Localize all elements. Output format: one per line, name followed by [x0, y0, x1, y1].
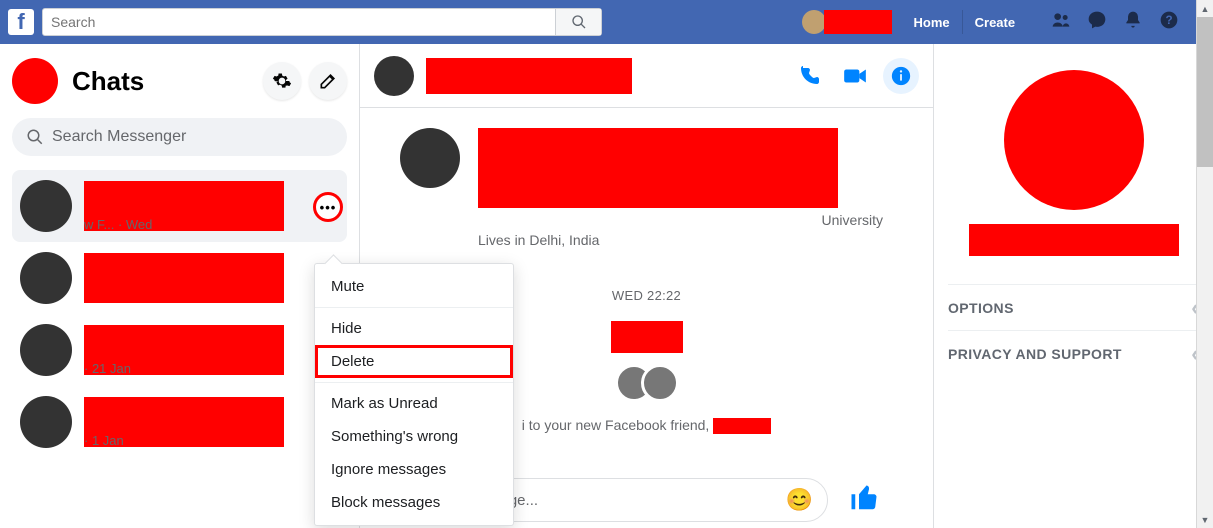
chat-name-redacted: [84, 253, 284, 303]
options-section[interactable]: OPTIONS ‹: [948, 284, 1199, 330]
phone-icon: [797, 64, 821, 88]
message-composer[interactable]: sage... 😊: [478, 478, 828, 522]
friend-name-inline-redacted: [713, 418, 771, 434]
chat-meta: · 1 Jan: [84, 433, 124, 448]
gear-icon: [272, 71, 292, 91]
info-icon: [890, 65, 912, 87]
search-messenger-placeholder: Search Messenger: [52, 128, 186, 146]
info-name-redacted: [969, 224, 1179, 256]
chat-item[interactable]: w F... · Wed •••: [12, 170, 347, 242]
privacy-section[interactable]: PRIVACY AND SUPPORT ‹: [948, 330, 1199, 376]
menu-something-wrong[interactable]: Something's wrong: [315, 420, 513, 453]
menu-mark-unread[interactable]: Mark as Unread: [315, 387, 513, 420]
scroll-up-icon[interactable]: ▲: [1197, 0, 1213, 17]
my-avatar[interactable]: [12, 58, 58, 104]
menu-block[interactable]: Block messages: [315, 486, 513, 519]
scroll-thumb[interactable]: [1197, 17, 1213, 167]
profile-detail-line: University: [400, 212, 893, 228]
conversation-header: [360, 44, 933, 108]
composer-placeholder: sage...: [493, 492, 786, 509]
menu-mute[interactable]: Mute: [315, 270, 513, 303]
search-icon: [26, 128, 44, 146]
compose-button[interactable]: [309, 62, 347, 100]
browser-scrollbar[interactable]: ▲ ▼: [1196, 0, 1213, 528]
svg-text:?: ?: [1166, 14, 1173, 27]
global-search[interactable]: [42, 8, 602, 36]
voice-call-button[interactable]: [791, 58, 827, 94]
create-link[interactable]: Create: [962, 10, 1027, 34]
thumbs-up-icon: [849, 483, 879, 513]
friend-avatars: [615, 364, 679, 402]
search-button[interactable]: [555, 9, 601, 35]
menu-hide[interactable]: Hide: [315, 312, 513, 345]
options-label: OPTIONS: [948, 300, 1014, 316]
profile-avatar-small[interactable]: [802, 10, 826, 34]
messenger-icon[interactable]: [1087, 10, 1107, 35]
chat-more-button[interactable]: •••: [313, 192, 343, 222]
avatar: [641, 364, 679, 402]
chat-item[interactable]: · 21 Jan: [12, 314, 347, 386]
info-panel: OPTIONS ‹ PRIVACY AND SUPPORT ‹: [933, 44, 1213, 528]
friend-name-redacted: [611, 321, 683, 353]
chat-item[interactable]: [12, 242, 347, 314]
info-avatar-redacted[interactable]: [1004, 70, 1144, 210]
chat-context-menu: Mute Hide Delete Mark as Unread Somethin…: [314, 263, 514, 526]
help-icon[interactable]: ?: [1159, 10, 1179, 35]
search-icon: [571, 14, 587, 30]
video-call-button[interactable]: [837, 58, 873, 94]
chat-avatar: [20, 180, 72, 232]
emoji-button[interactable]: 😊: [786, 487, 813, 513]
profile-detail-line: Lives in Delhi, India: [478, 232, 893, 248]
menu-delete[interactable]: Delete: [315, 345, 513, 378]
conversation-info-button[interactable]: [883, 58, 919, 94]
chats-title: Chats: [72, 66, 255, 97]
profile-avatar[interactable]: [400, 128, 460, 188]
chat-avatar: [20, 396, 72, 448]
chat-avatar: [20, 252, 72, 304]
settings-button[interactable]: [263, 62, 301, 100]
conversation-avatar[interactable]: [374, 56, 414, 96]
chat-item[interactable]: · 1 Jan: [12, 386, 347, 458]
chat-meta: w F... · Wed: [84, 217, 152, 232]
chats-sidebar: Chats Search Messenger w F... · Wed •••: [0, 44, 360, 528]
scroll-down-icon[interactable]: ▼: [1197, 511, 1213, 528]
profile-summary: [400, 128, 893, 208]
top-bar: f Home Create ? ▼: [0, 0, 1213, 44]
facebook-logo[interactable]: f: [8, 9, 34, 35]
menu-ignore[interactable]: Ignore messages: [315, 453, 513, 486]
conversation-name-redacted: [426, 58, 632, 94]
home-link[interactable]: Home: [902, 10, 962, 34]
like-button[interactable]: [849, 483, 879, 520]
privacy-label: PRIVACY AND SUPPORT: [948, 346, 1122, 362]
compose-icon: [318, 71, 338, 91]
friends-icon[interactable]: [1051, 10, 1071, 35]
search-input[interactable]: [43, 14, 555, 30]
search-messenger[interactable]: Search Messenger: [12, 118, 347, 156]
chat-avatar: [20, 324, 72, 376]
notifications-icon[interactable]: [1123, 10, 1143, 35]
profile-name-redacted: [478, 128, 838, 208]
chat-meta: · 21 Jan: [84, 361, 131, 376]
video-icon: [842, 63, 868, 89]
profile-name-redacted[interactable]: [824, 10, 892, 34]
